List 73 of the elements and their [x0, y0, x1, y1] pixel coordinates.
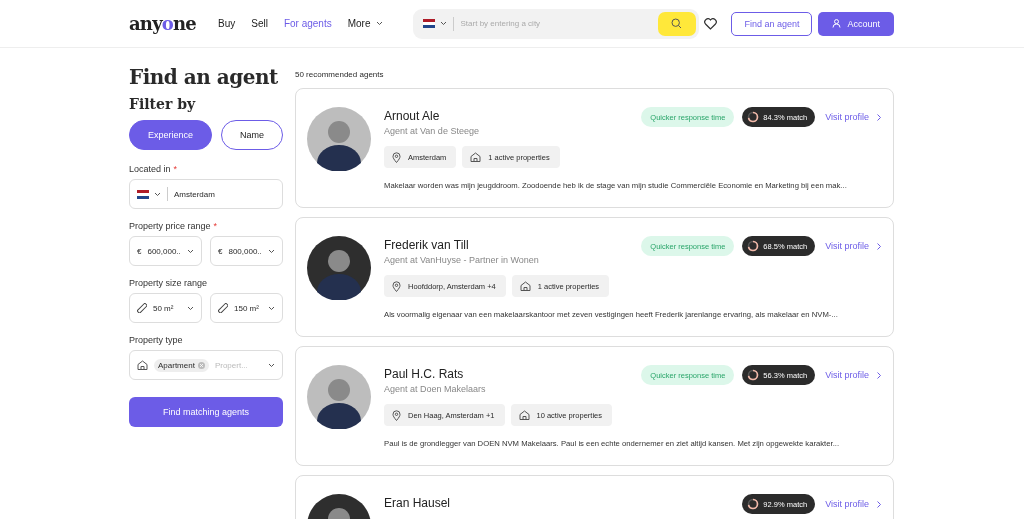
- logo[interactable]: anyone: [129, 13, 196, 34]
- chevron-right-icon: [877, 113, 881, 121]
- filter-tab[interactable]: Name: [221, 120, 284, 150]
- agent-card[interactable]: [295, 88, 894, 208]
- country-select[interactable]: [422, 16, 454, 31]
- ruler-icon: [137, 303, 147, 313]
- agent-card[interactable]: [295, 346, 894, 466]
- nav-link[interactable]: For agents: [283, 18, 332, 29]
- pin-icon: [392, 409, 401, 421]
- filter-heading: Filter by: [129, 96, 197, 112]
- price-select[interactable]: € 800,000..: [210, 236, 283, 266]
- match-ring-icon: [747, 498, 760, 510]
- nav-link[interactable]: More: [347, 18, 383, 29]
- agent-card[interactable]: [295, 217, 894, 337]
- visit-profile-link[interactable]: Visit profile: [825, 236, 881, 256]
- field-label: Located in *: [129, 164, 179, 174]
- pin-icon: [392, 280, 401, 292]
- agent-name: Arnout Ale: [384, 109, 441, 123]
- chevron-down-icon: [187, 305, 194, 311]
- agent-name: Paul H.C. Rats: [384, 367, 465, 381]
- avatar: [307, 365, 371, 429]
- filter-tab[interactable]: Experience: [129, 120, 213, 150]
- match-ring-icon: [747, 240, 760, 252]
- agent-role: Agent at Doen Makelaars: [384, 384, 486, 394]
- avatar: [307, 236, 371, 300]
- house-icon: [470, 152, 482, 162]
- house-icon: [137, 360, 148, 370]
- search-icon: [671, 18, 682, 29]
- field-label: Property size range: [129, 278, 209, 288]
- agent-role: Agent at VanHuyse - Partner in Wonen: [384, 255, 539, 265]
- page-title: Find an agent: [129, 64, 279, 91]
- chevron-down-icon: [154, 191, 161, 197]
- pin-icon: [392, 151, 401, 163]
- size-select[interactable]: 150 m²: [210, 293, 283, 323]
- chevron-down-icon: [268, 248, 275, 254]
- nav-link[interactable]: Buy: [218, 18, 236, 29]
- results-count: 50 recommended agents: [295, 70, 385, 79]
- location-field[interactable]: Amsterdam: [129, 179, 283, 209]
- chevron-down-icon: [187, 248, 194, 254]
- agent-name: Eran Hausel: [384, 496, 451, 510]
- field-label: Property price range *: [129, 221, 219, 231]
- find-agent-button[interactable]: Find an agent: [731, 11, 813, 36]
- visit-profile-link[interactable]: Visit profile: [825, 107, 881, 127]
- chevron-down-icon: [268, 362, 275, 368]
- chevron-right-icon: [877, 371, 881, 379]
- selected-tag[interactable]: Apartment: [154, 358, 209, 372]
- visit-profile-link[interactable]: Visit profile: [825, 365, 881, 385]
- flag-icon: [422, 19, 435, 28]
- chevron-right-icon: [877, 242, 881, 250]
- chevron-down-icon: [375, 21, 383, 26]
- heart-icon[interactable]: [704, 17, 718, 30]
- flag-icon: [137, 189, 149, 199]
- avatar: [307, 107, 371, 171]
- chevron-down-icon: [268, 305, 275, 311]
- country-select[interactable]: [137, 187, 168, 201]
- house-icon: [519, 281, 531, 291]
- match-ring-icon: [747, 369, 760, 381]
- price-select[interactable]: € 600,000..: [129, 236, 202, 266]
- chevron-down-icon: [439, 21, 447, 26]
- ruler-icon: [218, 303, 228, 313]
- chevron-right-icon: [877, 500, 881, 508]
- agent-name: Frederik van Till: [384, 238, 470, 252]
- property-type-select[interactable]: Apartment Propert...: [129, 350, 283, 380]
- match-ring-icon: [747, 111, 760, 123]
- size-select[interactable]: 50 m²: [129, 293, 202, 323]
- find-matching-button[interactable]: Find matching agents: [129, 397, 283, 427]
- nav-link[interactable]: Sell: [251, 18, 268, 29]
- field-label: Property type: [129, 335, 184, 345]
- house-icon: [518, 410, 530, 420]
- account-button[interactable]: Account: [818, 11, 894, 36]
- agent-role: Agent at Van de Steege: [384, 126, 479, 136]
- user-icon: [832, 19, 842, 28]
- visit-profile-link[interactable]: Visit profile: [825, 494, 881, 514]
